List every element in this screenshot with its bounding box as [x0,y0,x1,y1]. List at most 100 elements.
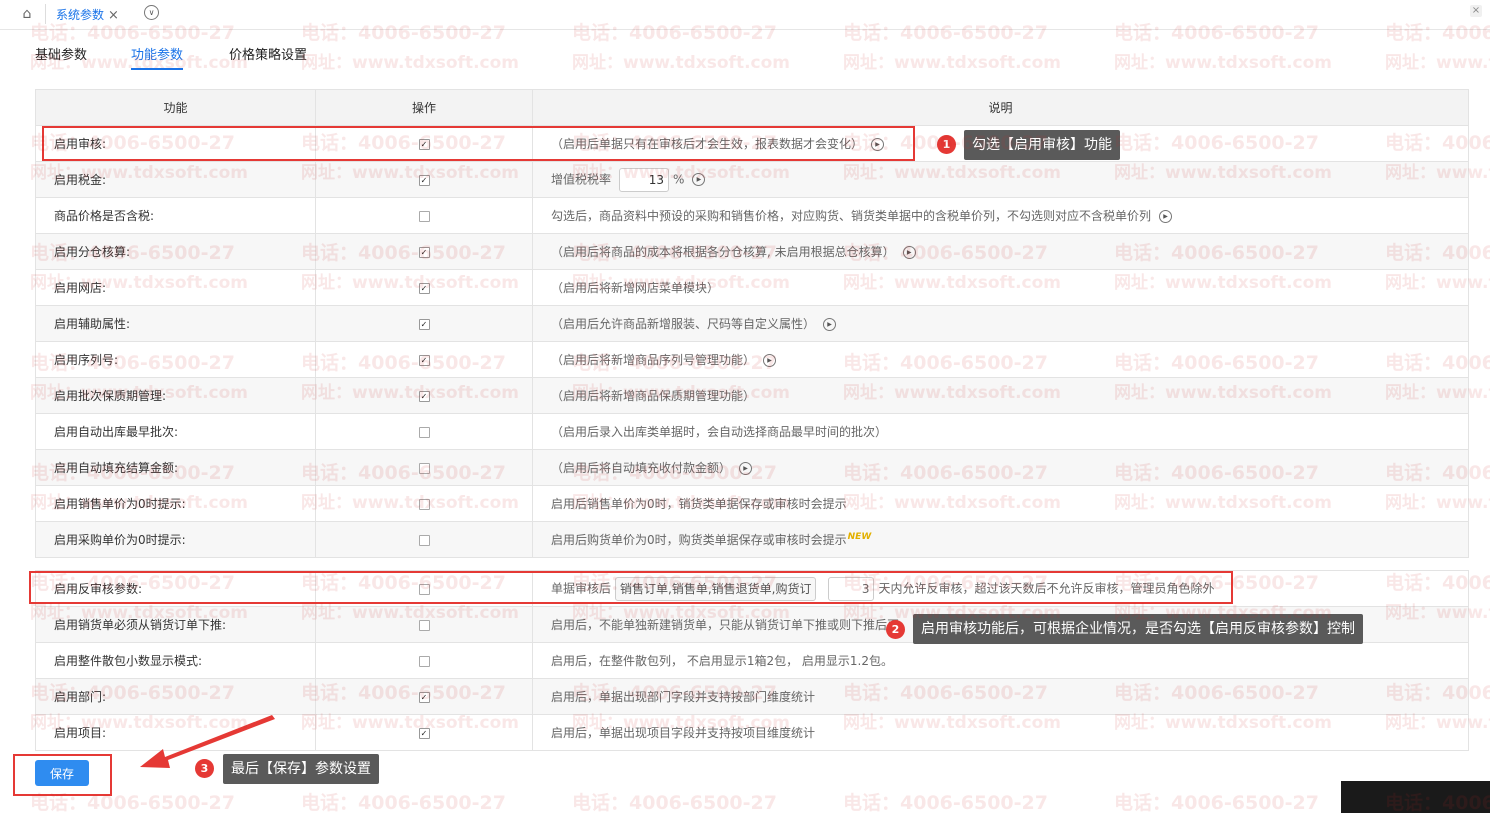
watermark-phone: 电话：4006-6500-27 [843,792,1048,814]
param-toggle-cell [315,413,533,450]
param-description: （启用后录入出库类单据时，会自动选择商品最早时间的批次） [551,425,888,439]
annotation-badge-1: 1 [937,135,956,154]
rows-group-a: 启用审核: ✓ （启用后单据只有在审核后才会生效，报表数据才会变化） ▶ 启用税金: ✓ 增… [35,125,1469,558]
param-description: （启用后将自动填充收付款金额） [551,461,732,475]
param-name: 启用分仓核算: [35,233,316,270]
param-description-cell: 启用后购货单价为0时，购货类单据保存或审核时会提示NEW [532,521,1469,558]
param-description: （启用后允许商品新增服装、尺码等自定义属性） [551,317,816,331]
param-description-cell: （启用后将商品的成本将根据各分仓核算, 未启用根据总仓核算） ▶ [532,233,1469,270]
play-icon[interactable]: ▶ [692,173,706,186]
param-name: 启用反审核参数: [35,570,316,607]
enable-checkbox[interactable]: ✓ [418,174,430,186]
param-toggle-cell: ✓ [315,269,533,306]
reverse-audit-desc: 天内允许反审核，超过该天数后不允许反审核，管理员角色除外 [878,581,1215,595]
table-row: 启用网店: ✓ （启用后将新增网店菜单模块） [35,269,1469,306]
enable-checkbox[interactable] [418,534,430,546]
table-row: 启用反审核参数: 单据审核后 销售订单,销售单,销售退货单,购货订 3 天内允许反审核，… [35,570,1469,607]
play-icon[interactable]: ▶ [763,354,777,367]
enable-checkbox[interactable] [418,210,430,222]
annotation-badge-3: 3 [195,759,214,778]
table-gap [35,557,1469,571]
tax-rate-label: 增值税税率 [551,172,612,186]
enable-checkbox[interactable]: ✓ [418,354,430,366]
param-description-cell: （启用后将自动填充收付款金额） ▶ [532,449,1469,486]
tab-system-params[interactable]: 系统参数 × [50,4,125,26]
enable-checkbox[interactable] [418,583,430,595]
enable-checkbox[interactable]: ✓ [418,246,430,258]
tab-function-params[interactable]: 功能参数 [131,44,184,70]
param-description: 启用后，在整件散包列， 不启用显示1箱2包， 启用显示1.2包。 [551,654,893,668]
tab-price-strategy[interactable]: 价格策略设置 [229,44,307,63]
annotation-tip-2: 启用审核功能后，可根据企业情况，是否勾选【启用反审核参数】控制 [913,614,1363,644]
watermark-phone: 电话：4006-6500-27 [301,792,506,814]
header-feature: 功能 [35,89,316,126]
param-toggle-cell [315,449,533,486]
param-name: 启用自动填充结算金额: [35,449,316,486]
param-description: 启用后，单据出现部门字段并支持按部门维度统计 [551,690,816,704]
settings-tabs: 基础参数 功能参数 价格策略设置 [0,29,1490,74]
enable-checkbox[interactable]: ✓ [418,691,430,703]
home-icon[interactable]: ⌂ [19,6,35,22]
param-description-cell: 启用后，单据出现项目字段并支持按项目维度统计 [532,714,1469,751]
param-description: 勾选后，商品资料中预设的采购和销售价格，对应购货、销货类单据中的含税单价列，不勾… [551,209,1152,223]
reverse-audit-label: 单据审核后 [551,581,612,595]
table-header-row: 功能 操作 说明 [35,89,1469,126]
param-name: 启用审核: [35,125,316,162]
close-icon[interactable]: × [108,8,119,23]
enable-checkbox[interactable]: ✓ [418,138,430,150]
param-description-cell: 增值税税率 13% ▶ [532,161,1469,198]
enable-checkbox[interactable] [418,498,430,510]
tax-rate-input[interactable]: 13 [619,167,670,192]
param-name: 启用采购单价为0时提示: [35,521,316,558]
enable-checkbox[interactable] [418,619,430,631]
annotation-tip-3: 最后【保存】参数设置 [223,754,379,784]
table-row: 启用税金: ✓ 增值税税率 13% ▶ [35,161,1469,198]
param-toggle-cell [315,197,533,234]
table-row: 启用分仓核算: ✓ （启用后将商品的成本将根据各分仓核算, 未启用根据总仓核算） ▶ [35,233,1469,270]
tab-divider [45,4,46,24]
play-icon[interactable]: ▶ [902,246,916,259]
param-description-cell: 启用后，在整件散包列， 不启用显示1箱2包， 启用显示1.2包。 [532,642,1469,679]
enable-checkbox[interactable]: ✓ [418,390,430,402]
watermark-phone: 电话：4006-6500-27 [30,792,235,814]
param-name: 启用销货单必须从销货订单下推: [35,606,316,643]
play-icon[interactable]: ▶ [823,318,837,331]
window-tab-strip: ⌂ 系统参数 × ∨ × [0,0,1490,30]
param-description: （启用后将新增商品序列号管理功能） [551,353,756,367]
enable-checkbox[interactable] [418,426,430,438]
doc-type-select[interactable]: 销售订单,销售单,销售退货单,购货订 [615,576,817,601]
param-toggle-cell: ✓ [315,377,533,414]
close-panel-icon[interactable]: × [1470,5,1482,17]
enable-checkbox[interactable] [418,462,430,474]
tab-basic-params[interactable]: 基础参数 [35,44,87,63]
param-description: 启用后，单据出现项目字段并支持按项目维度统计 [551,726,816,740]
param-description-cell: 单据审核后 销售订单,销售单,销售退货单,购货订 3 天内允许反审核，超过该天数后不允… [532,570,1469,607]
tab-menu-chevron-icon[interactable]: ∨ [144,5,159,20]
param-description: 启用后销售单价为0时，销货类单据保存或审核时会提示 [551,497,847,511]
watermark-phone: 电话：4006-6500-27 [1114,792,1319,814]
enable-checkbox[interactable] [418,655,430,667]
param-name: 启用整件散包小数显示模式: [35,642,316,679]
param-toggle-cell [315,521,533,558]
play-icon[interactable]: ▶ [739,462,753,475]
table-row: 启用采购单价为0时提示: 启用后购货单价为0时，购货类单据保存或审核时会提示NEW [35,521,1469,558]
play-icon[interactable]: ▶ [871,138,885,151]
new-badge: NEW [847,532,872,542]
param-name: 启用网店: [35,269,316,306]
enable-checkbox[interactable]: ✓ [418,727,430,739]
enable-checkbox[interactable]: ✓ [418,282,430,294]
param-name: 启用自动出库最早批次: [35,413,316,450]
param-toggle-cell [315,570,533,607]
param-description: （启用后将新增商品保质期管理功能） [551,389,756,403]
table-row: 启用自动出库最早批次: （启用后录入出库类单据时，会自动选择商品最早时间的批次） [35,413,1469,450]
watermark-phone: 电话：4006-6500-27 [572,792,777,814]
save-button[interactable]: 保存 [35,760,89,786]
param-toggle-cell [315,606,533,643]
enable-checkbox[interactable]: ✓ [418,318,430,330]
param-toggle-cell: ✓ [315,161,533,198]
play-icon[interactable]: ▶ [1159,210,1173,223]
param-description-cell: （启用后允许商品新增服装、尺码等自定义属性） ▶ [532,305,1469,342]
table-row: 启用序列号: ✓ （启用后将新增商品序列号管理功能） ▶ [35,341,1469,378]
param-toggle-cell: ✓ [315,714,533,751]
days-input[interactable]: 3 [828,576,875,601]
